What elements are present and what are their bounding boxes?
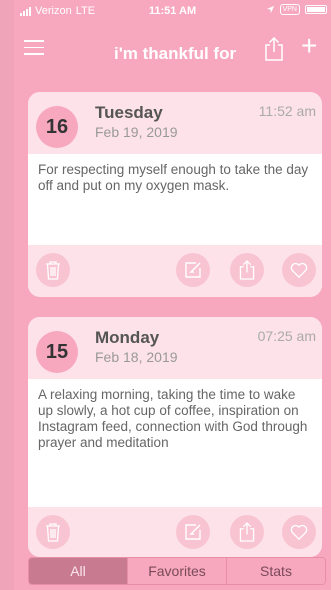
delete-button[interactable] xyxy=(36,515,70,549)
edit-button[interactable] xyxy=(176,515,210,549)
status-bar: Verizon LTE 11:51 AM VPN xyxy=(14,0,331,22)
favorite-button[interactable] xyxy=(282,515,316,549)
location-arrow-icon xyxy=(266,5,274,14)
share-icon xyxy=(239,522,255,542)
filter-tab-bar: All Favorites Stats xyxy=(28,557,326,585)
vpn-badge: VPN xyxy=(279,4,300,15)
entry-weekday: Monday xyxy=(95,328,160,347)
entry-actions xyxy=(28,507,322,557)
delete-button[interactable] xyxy=(36,253,70,287)
menu-icon[interactable] xyxy=(24,40,44,56)
nav-bar: i'm thankful for + xyxy=(14,22,331,84)
share-icon xyxy=(239,260,255,280)
entry-date: Feb 18, 2019 xyxy=(95,349,178,365)
entry-day-number: 16 xyxy=(36,106,78,148)
tab-stats[interactable]: Stats xyxy=(226,558,325,584)
heart-icon xyxy=(290,524,308,540)
entry-header: 16 Tuesday Feb 19, 2019 11:52 am xyxy=(28,92,322,154)
add-entry-button[interactable]: + xyxy=(301,32,317,60)
share-icon[interactable] xyxy=(263,36,285,67)
page-title: i'm thankful for xyxy=(114,44,237,63)
entry-actions xyxy=(28,245,322,295)
edit-button[interactable] xyxy=(176,253,210,287)
entry-time: 11:52 am xyxy=(258,103,316,119)
battery-icon xyxy=(305,5,327,14)
status-icons: VPN xyxy=(266,4,327,15)
entry-weekday: Tuesday xyxy=(95,103,163,122)
edit-icon xyxy=(185,524,201,540)
share-button[interactable] xyxy=(230,253,264,287)
entry-card[interactable]: 16 Tuesday Feb 19, 2019 11:52 am For res… xyxy=(28,92,322,297)
share-button[interactable] xyxy=(230,515,264,549)
entry-day-number: 15 xyxy=(36,331,78,373)
trash-icon xyxy=(46,261,60,280)
entry-header: 15 Monday Feb 18, 2019 07:25 am xyxy=(28,317,322,379)
entry-time: 07:25 am xyxy=(257,328,316,344)
edit-icon xyxy=(185,262,201,278)
heart-icon xyxy=(290,262,308,278)
entry-card[interactable]: 15 Monday Feb 18, 2019 07:25 am A relaxi… xyxy=(28,317,322,557)
entry-text: A relaxing morning, taking the time to w… xyxy=(28,379,322,507)
tab-all[interactable]: All xyxy=(29,558,127,584)
entry-date: Feb 19, 2019 xyxy=(95,124,178,140)
trash-icon xyxy=(46,523,60,542)
entry-text: For respecting myself enough to take the… xyxy=(28,154,322,245)
favorite-button[interactable] xyxy=(282,253,316,287)
tab-favorites[interactable]: Favorites xyxy=(127,558,226,584)
